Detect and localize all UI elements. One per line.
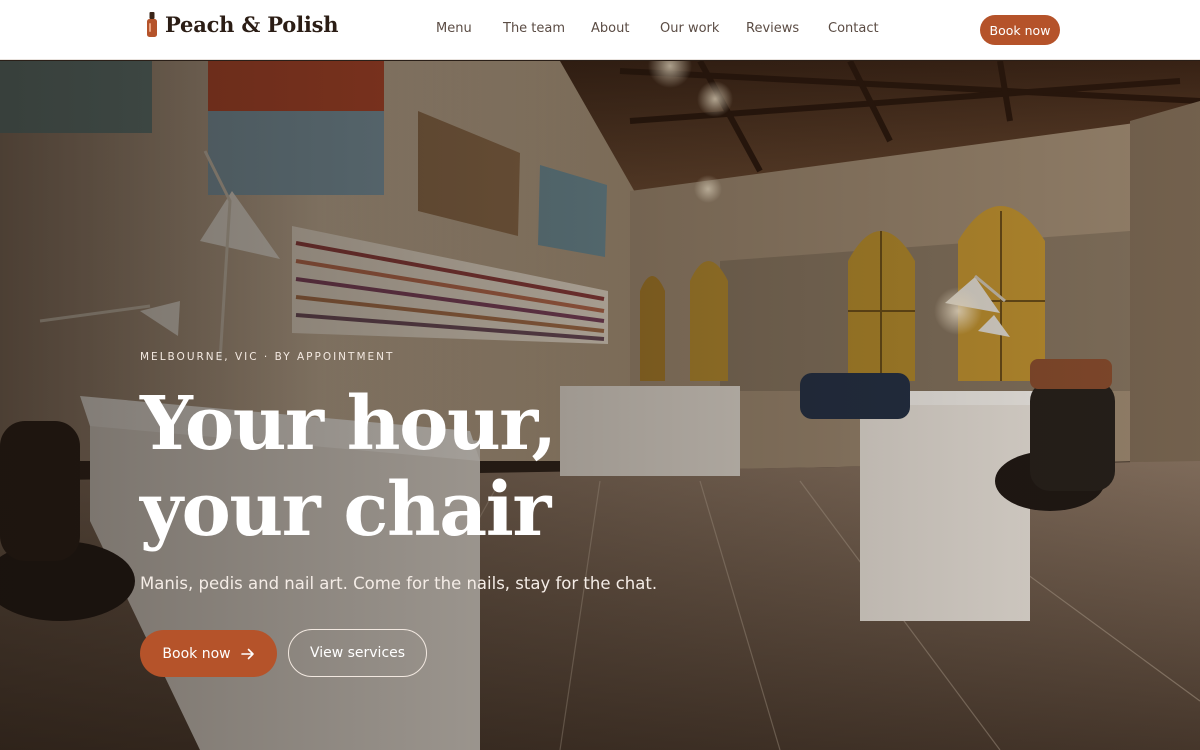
- nav-item-menu[interactable]: Menu: [436, 21, 472, 36]
- nav-item-reviews[interactable]: Reviews: [746, 21, 799, 36]
- nav-item-the-team[interactable]: The team: [503, 21, 565, 36]
- hero-headline-line-1: Your hour,: [140, 381, 557, 467]
- hero-eyebrow: MELBOURNE, VIC · BY APPOINTMENT: [140, 351, 395, 363]
- hero-section: MELBOURNE, VIC · BY APPOINTMENT Your hou…: [0, 61, 1200, 750]
- hero-headline: Your hour, your chair: [140, 381, 760, 553]
- hero-book-now-label: Book now: [162, 645, 231, 662]
- view-services-button[interactable]: View services: [288, 629, 427, 677]
- arrow-right-icon: [240, 648, 254, 659]
- nav-item-about[interactable]: About: [591, 21, 629, 36]
- hero-subhead: Manis, pedis and nail art. Come for the …: [140, 574, 658, 593]
- nav-item-our-work[interactable]: Our work: [660, 21, 719, 36]
- header-book-now-button[interactable]: Book now: [980, 15, 1060, 45]
- nav-item-contact[interactable]: Contact: [828, 21, 879, 36]
- site-header: Peach & Polish Menu The team About Our w…: [0, 0, 1200, 60]
- hero-book-now-button[interactable]: Book now: [140, 630, 277, 677]
- hero-headline-line-2: your chair: [140, 467, 551, 553]
